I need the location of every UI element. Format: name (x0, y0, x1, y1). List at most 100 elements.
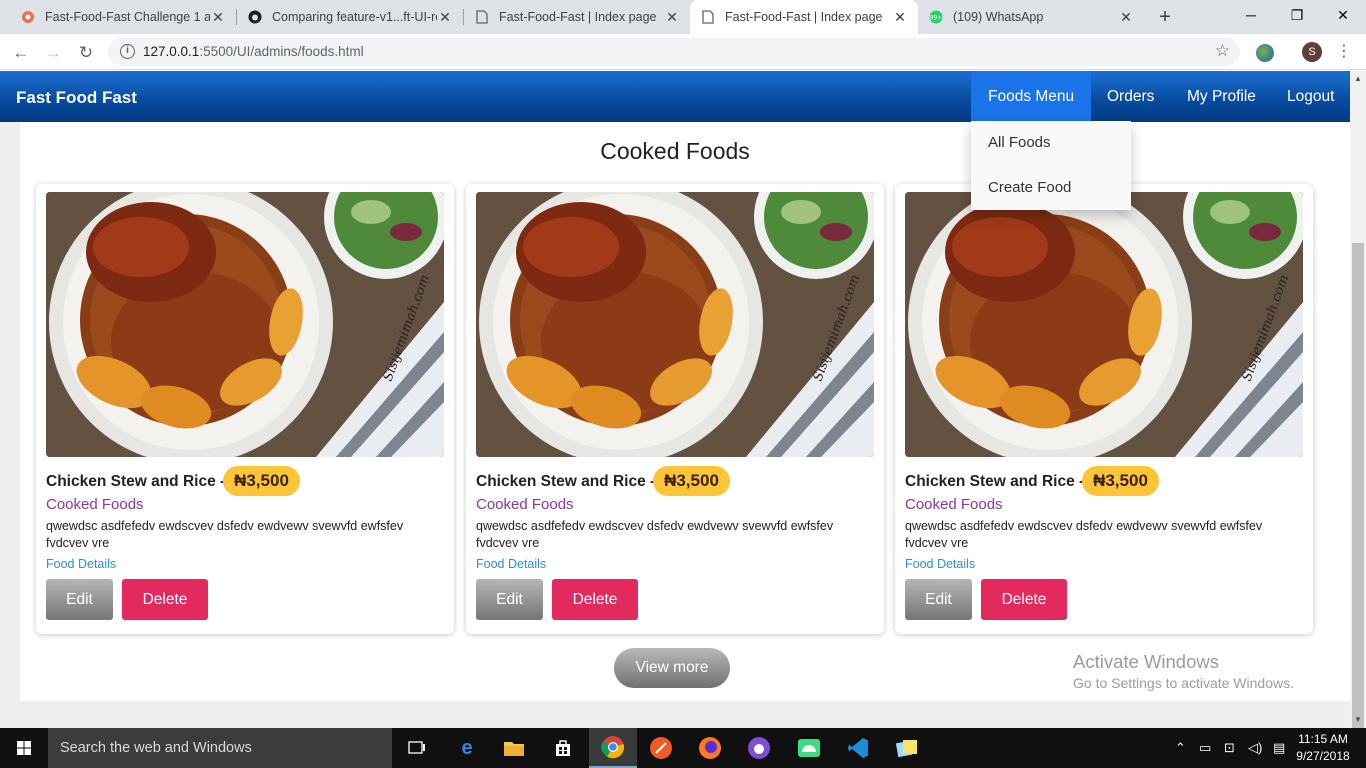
firefox-icon[interactable] (698, 736, 722, 760)
new-tab-icon[interactable]: + (1152, 4, 1178, 30)
scroll-up-arrow-icon[interactable]: ▲ (1354, 74, 1362, 83)
address-bar[interactable]: i 127.0.0.1:5500/UI/admins/foods.html ☆ (108, 38, 1240, 66)
store-icon[interactable] (551, 736, 575, 760)
bookmark-star-icon[interactable]: ☆ (1215, 41, 1230, 61)
battery-icon[interactable]: ▭ (1199, 728, 1211, 768)
food-image: Sisijemimah.com (905, 192, 1303, 457)
minimize-icon[interactable]: ─ (1228, 0, 1274, 30)
whatsapp-icon: 99+ (928, 9, 944, 25)
edit-button[interactable]: Edit (905, 579, 972, 620)
extension-globe-icon[interactable] (1256, 44, 1274, 62)
network-icon[interactable]: ⊡ (1224, 728, 1235, 768)
sticky-notes-icon[interactable] (895, 736, 919, 760)
delete-button[interactable]: Delete (122, 579, 208, 620)
back-arrow-icon[interactable]: ← (8, 40, 34, 66)
delete-button[interactable]: Delete (552, 579, 638, 620)
url-text[interactable]: 127.0.0.1:5500/UI/admins/foods.html (143, 44, 364, 59)
github-desktop-icon[interactable] (747, 736, 771, 760)
forward-arrow-icon[interactable]: → (40, 40, 66, 66)
food-card: Sisijemimah.com Chicken Stew and Rice - … (895, 184, 1313, 634)
scrollbar-thumb[interactable] (1352, 243, 1364, 737)
edge-browser-icon[interactable]: e (455, 736, 479, 760)
url-host: 127.0.0.1 (143, 44, 200, 59)
chrome-icon[interactable] (589, 728, 637, 768)
food-category: Cooked Foods (476, 496, 574, 513)
nav-foods-menu[interactable]: Foods Menu (971, 71, 1092, 122)
food-image: Sisijemimah.com (476, 192, 874, 457)
start-button[interactable] (0, 728, 48, 768)
food-card: Sisijemimah.com Chicken Stew and Rice - … (36, 184, 454, 634)
scroll-down-arrow-icon[interactable]: ▼ (1354, 715, 1362, 724)
browser-tab-1[interactable]: Fast-Food-Fast Challenge 1 and ✕ (10, 0, 236, 34)
site-brand[interactable]: Fast Food Fast (16, 88, 137, 108)
page-title: Cooked Foods (600, 138, 750, 164)
food-details-link[interactable]: Food Details (905, 557, 975, 571)
profile-avatar[interactable]: S (1302, 42, 1322, 62)
close-window-icon[interactable]: ✕ (1320, 0, 1366, 30)
tab-title: Fast-Food-Fast | Index page (499, 10, 657, 24)
nav-my-profile[interactable]: My Profile (1170, 71, 1273, 122)
page-icon (700, 9, 716, 25)
edit-button[interactable]: Edit (46, 579, 113, 620)
browser-tab-strip: Fast-Food-Fast Challenge 1 and ✕ Compari… (0, 0, 1366, 34)
food-photo: Sisijemimah.com (476, 192, 874, 457)
taskbar-search-input[interactable]: Search the web and Windows (48, 728, 392, 768)
delete-button[interactable]: Delete (981, 579, 1067, 620)
info-icon[interactable]: i (120, 44, 135, 59)
action-center-icon[interactable]: ▤ (1273, 728, 1285, 768)
site-navbar: Fast Food Fast Foods Menu Orders My Prof… (0, 71, 1350, 122)
github-icon (247, 9, 263, 25)
nav-orders[interactable]: Orders (1090, 71, 1171, 122)
browser-tab-3[interactable]: Fast-Food-Fast | Index page ✕ (464, 0, 690, 34)
activate-windows-subtitle: Go to Settings to activate Windows. (1073, 675, 1294, 691)
browser-tab-4-active[interactable]: Fast-Food-Fast | Index page ✕ (690, 0, 918, 34)
reload-icon[interactable]: ↻ (73, 40, 99, 66)
maximize-icon[interactable]: ❐ (1274, 0, 1320, 30)
food-name: Chicken Stew and Rice - (476, 473, 656, 490)
postman-icon[interactable] (649, 736, 673, 760)
price-badge: ₦3,500 (653, 466, 730, 496)
windows-taskbar: Search the web and Windows e ⌃ ▭ ⊡ ◁) ▤ … (0, 728, 1366, 768)
dropdown-item-create-food[interactable]: Create Food (988, 179, 1071, 196)
address-toolbar: ← → ↻ i 127.0.0.1:5500/UI/admins/foods.h… (0, 34, 1366, 70)
close-tab-icon[interactable]: ✕ (210, 9, 226, 26)
show-hidden-icons[interactable]: ⌃ (1175, 728, 1186, 768)
android-studio-icon[interactable] (797, 736, 821, 760)
close-tab-icon[interactable]: ✕ (437, 9, 453, 26)
foods-menu-dropdown: All Foods Create Food (971, 121, 1131, 210)
page-scrollbar[interactable]: ▲ ▼ (1350, 71, 1366, 737)
food-image: Sisijemimah.com (46, 192, 444, 457)
food-details-link[interactable]: Food Details (46, 557, 116, 571)
browser-menu-icon[interactable]: ⋮ (1336, 41, 1352, 61)
activate-windows-title: Activate Windows (1073, 651, 1219, 672)
tab-title: Fast-Food-Fast Challenge 1 and (45, 10, 210, 24)
vscode-icon[interactable] (846, 736, 870, 760)
food-name: Chicken Stew and Rice - (905, 473, 1085, 490)
price-badge: ₦3,500 (223, 466, 300, 496)
food-description: qwewdsc asdfefedv ewdscvev dsfedv ewdvew… (905, 519, 1263, 550)
food-name: Chicken Stew and Rice - (46, 473, 226, 490)
url-path: :5500/UI/admins/foods.html (199, 44, 364, 59)
windows-logo-icon (17, 741, 31, 755)
task-view-icon[interactable] (405, 736, 429, 760)
close-tab-icon[interactable]: ✕ (1118, 9, 1134, 26)
browser-tab-5[interactable]: 99+ (109) WhatsApp ✕ (918, 0, 1144, 34)
food-details-link[interactable]: Food Details (476, 557, 546, 571)
main-content: Cooked Foods Sisijemimah.com Chicken Ste… (20, 122, 1350, 701)
browser-tab-2[interactable]: Comparing feature-v1...ft-UI-re ✕ (237, 0, 463, 34)
food-photo: Sisijemimah.com (905, 192, 1303, 457)
taskbar-clock[interactable]: 11:15 AM 9/27/2018 (1292, 731, 1354, 765)
price-badge: ₦3,500 (1082, 466, 1159, 496)
close-tab-icon[interactable]: ✕ (664, 9, 680, 26)
page-icon (474, 9, 490, 25)
close-tab-icon[interactable]: ✕ (892, 9, 908, 26)
view-more-button[interactable]: View more (614, 648, 730, 688)
edit-button[interactable]: Edit (476, 579, 543, 620)
food-category: Cooked Foods (905, 496, 1003, 513)
food-photo: Sisijemimah.com (46, 192, 444, 457)
svg-text:99+: 99+ (930, 15, 943, 22)
nav-logout[interactable]: Logout (1270, 71, 1350, 122)
dropdown-item-all-foods[interactable]: All Foods (988, 134, 1051, 151)
volume-icon[interactable]: ◁) (1248, 728, 1262, 768)
file-explorer-icon[interactable] (502, 736, 526, 760)
